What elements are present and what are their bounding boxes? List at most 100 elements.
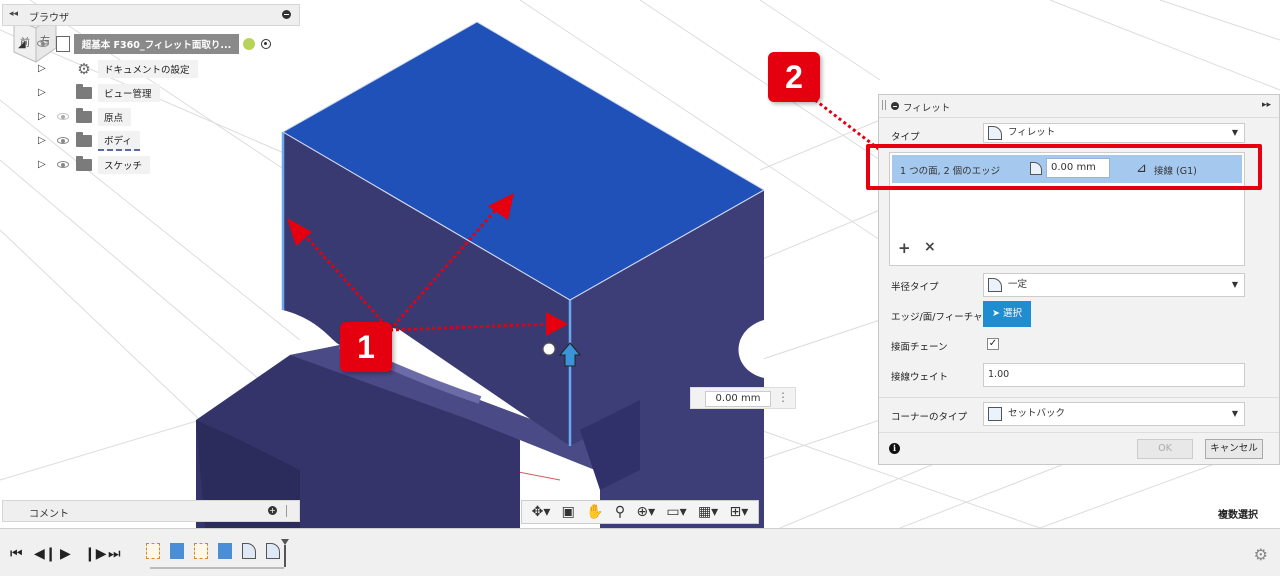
- divider: [286, 505, 287, 517]
- eye-hidden-icon[interactable]: [56, 112, 72, 122]
- browser-title: ブラウザ: [29, 13, 69, 24]
- viewports-icon[interactable]: ⊞▾: [729, 504, 748, 520]
- select-button-label: 選択: [1002, 308, 1022, 319]
- sketch-feature-icon[interactable]: [194, 543, 208, 559]
- eye-icon[interactable]: [36, 39, 52, 49]
- fit-icon[interactable]: ⊕▾: [636, 504, 655, 520]
- pan-icon[interactable]: ✋: [586, 504, 603, 520]
- radius-type-label: 半径タイプ: [891, 282, 939, 293]
- collapse-icon[interactable]: [891, 102, 899, 110]
- type-value: フィレット: [1008, 127, 1056, 138]
- folder-icon: [76, 84, 92, 99]
- info-icon[interactable]: i: [889, 443, 900, 454]
- timeline: ⏮ ◀❙ ▶ ❙▶ ⏭ ⚙: [0, 528, 1280, 576]
- corner-type-select[interactable]: セットバック ▼: [983, 402, 1245, 426]
- chevron-down-icon: ▼: [1231, 128, 1238, 137]
- sketch-feature-icon[interactable]: [146, 543, 160, 559]
- radius-type-select[interactable]: 一定 ▼: [983, 273, 1245, 297]
- collapse-icon[interactable]: ◂◂: [9, 9, 18, 19]
- ok-button[interactable]: OK: [1137, 439, 1193, 459]
- go-to-end-icon[interactable]: ⏭: [108, 546, 121, 562]
- tree-item-origin[interactable]: ▷ 原点: [38, 107, 132, 127]
- navigation-toolbar: ✥▾ ▣ ✋ ⚲ ⊕▾ ▭▾ ▦▾ ⊞▾: [521, 500, 759, 524]
- folder-icon: [76, 132, 92, 147]
- step-forward-icon[interactable]: ❙▶: [84, 546, 107, 562]
- folder-icon: [76, 156, 92, 171]
- radio-icon[interactable]: [261, 39, 272, 49]
- eye-icon[interactable]: [56, 160, 72, 170]
- edge-label: エッジ/面/フィーチャ: [891, 312, 983, 323]
- gear-icon: ⚙: [77, 60, 91, 78]
- comments-panel[interactable]: コメント +: [2, 500, 300, 522]
- chevron-down-icon: ▼: [1231, 409, 1238, 418]
- fillet-feature-icon[interactable]: [242, 543, 256, 559]
- expand-arrow-icon[interactable]: ▷: [38, 63, 48, 75]
- tree-item-sketches[interactable]: ▷ スケッチ: [38, 155, 151, 175]
- expand-arrow-icon[interactable]: ▷: [38, 87, 48, 99]
- timeline-track: [150, 567, 284, 569]
- expand-icon[interactable]: ▸▸: [1262, 100, 1271, 110]
- radius-type-value: 一定: [1008, 279, 1028, 290]
- type-select[interactable]: フィレット ▼: [983, 123, 1245, 143]
- browser-header[interactable]: ◂◂ ブラウザ: [2, 4, 300, 26]
- fillet-feature-icon[interactable]: [266, 543, 280, 559]
- divider: [879, 432, 1279, 433]
- drag-handle-icon[interactable]: [882, 100, 886, 110]
- look-at-icon[interactable]: ▣: [562, 504, 575, 520]
- tangent-weight-input[interactable]: 1.00: [983, 363, 1245, 387]
- gear-icon[interactable]: ⚙: [1254, 545, 1268, 564]
- expand-arrow-icon[interactable]: ▷: [38, 111, 48, 123]
- tree-item-label: スケッチ: [98, 156, 151, 174]
- tree-item-document-settings[interactable]: ▷ ⚙ ドキュメントの設定: [38, 59, 198, 79]
- timeline-marker[interactable]: [281, 539, 289, 567]
- tangent-chain-label: 接面チェーン: [891, 342, 948, 353]
- callout-badge-2: 2: [768, 52, 820, 102]
- fillet-icon: [988, 126, 1002, 140]
- minimize-icon[interactable]: [282, 10, 291, 19]
- tree-item-label: ボディ: [98, 131, 140, 151]
- expand-arrow-icon[interactable]: ▷: [38, 159, 48, 171]
- multi-select-status: 複数選択: [1218, 510, 1258, 521]
- root-component-label[interactable]: 超基本 F360_フィレット面取り...: [73, 34, 240, 54]
- zoom-icon[interactable]: ⚲: [615, 504, 625, 520]
- step-back-icon[interactable]: ◀❙: [34, 546, 57, 562]
- cursor-icon: ➤: [991, 308, 1000, 319]
- tree-item-view-management[interactable]: ▷ ビュー管理: [38, 83, 160, 103]
- browser-panel: ◂◂ ブラウザ ◢ 超基本 F360_フィレット面取り... ▷ ⚙ ドキュメン…: [0, 0, 302, 184]
- add-icon[interactable]: +: [898, 239, 911, 257]
- tangent-chain-checkbox[interactable]: ✓: [987, 338, 999, 350]
- callout-highlight-box: [866, 144, 1262, 190]
- tree-item-label: 原点: [98, 108, 132, 126]
- orbit-icon[interactable]: ✥▾: [532, 504, 551, 520]
- grid-icon[interactable]: ▦▾: [698, 504, 718, 520]
- comments-title: コメント: [29, 509, 69, 520]
- tree-root[interactable]: ◢ 超基本 F360_フィレット面取り...: [18, 34, 272, 54]
- select-button[interactable]: ➤ 選択: [983, 301, 1031, 327]
- extrude-feature-icon[interactable]: [170, 543, 184, 559]
- tree-item-label: ビュー管理: [98, 84, 160, 102]
- collapse-triangle-icon[interactable]: ◢: [18, 39, 26, 50]
- callout-badge-1: 1: [340, 322, 392, 372]
- play-icon[interactable]: ▶: [60, 546, 71, 562]
- type-label: タイプ: [891, 132, 920, 143]
- setback-icon: [988, 407, 1002, 421]
- active-component-icon[interactable]: [243, 38, 256, 50]
- tree-item-bodies[interactable]: ▷ ボディ: [38, 131, 140, 151]
- corner-type-value: セットバック: [1008, 408, 1066, 419]
- chevron-down-icon: ▼: [1231, 280, 1238, 289]
- expand-arrow-icon[interactable]: ▷: [38, 135, 48, 147]
- delete-icon[interactable]: ×: [924, 239, 936, 255]
- add-comment-icon[interactable]: +: [268, 506, 277, 515]
- dialog-title: フィレット: [903, 103, 951, 114]
- extrude-feature-icon[interactable]: [218, 543, 232, 559]
- dialog-header[interactable]: フィレット ▸▸: [879, 95, 1279, 118]
- dimension-value[interactable]: 0.00 mm: [705, 391, 771, 407]
- radius-dimension-input[interactable]: 0.00 mm ⋮: [690, 387, 796, 409]
- document-icon: [55, 36, 70, 52]
- go-to-start-icon[interactable]: ⏮: [10, 546, 23, 562]
- cancel-button[interactable]: キャンセル: [1205, 439, 1263, 459]
- eye-icon[interactable]: [56, 136, 72, 146]
- constant-radius-icon: [988, 278, 1002, 292]
- display-settings-icon[interactable]: ▭▾: [666, 504, 686, 520]
- more-icon[interactable]: ⋮: [777, 390, 789, 404]
